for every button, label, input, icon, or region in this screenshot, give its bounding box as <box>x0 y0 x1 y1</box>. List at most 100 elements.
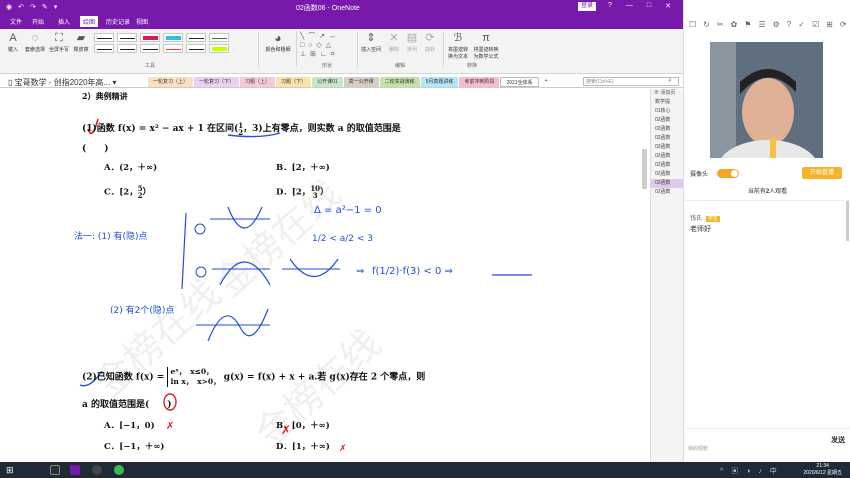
shapes-gallery[interactable]: ╲ ⌒ ↗ ↔ □ ○ ◇ △ ⊥ ⊞ ∟ ⌗ <box>300 32 355 60</box>
windows-start-icon[interactable]: ⊞ <box>6 465 16 475</box>
pen-swatch[interactable] <box>94 33 114 42</box>
start-live-button[interactable]: 开始直播 <box>802 167 842 179</box>
page-item[interactable]: 02函数 <box>651 170 683 179</box>
pen-swatch[interactable] <box>186 33 206 42</box>
page-item[interactable]: 02函数 <box>651 143 683 152</box>
ink-brace <box>181 212 187 290</box>
taskbar-app-icon[interactable] <box>114 465 124 475</box>
clock[interactable]: 21:34 2020/6/12 星期五 <box>803 463 842 477</box>
pen-swatch[interactable] <box>186 44 206 53</box>
ink-note-method: 法一: (1) 有(隐)点 <box>74 230 148 242</box>
login-button[interactable]: 登录 <box>578 2 596 11</box>
rotate-button[interactable]: ⟳ 旋转 <box>422 32 438 53</box>
pen-swatch[interactable] <box>140 44 160 53</box>
taskbar-app-icon[interactable] <box>50 465 60 475</box>
vertical-scrollbar[interactable] <box>642 149 647 189</box>
page-item[interactable]: 02函数 <box>651 116 683 125</box>
lasso-select-button[interactable]: ◌ 套索选择 <box>24 32 46 53</box>
add-section-button[interactable]: + <box>540 77 553 87</box>
menu-view[interactable]: 视图 <box>136 17 148 26</box>
live-tool-icon[interactable]: ↻ <box>703 20 710 29</box>
notebook-selector[interactable]: ▯ 宝哥数学 - 创指2020年高... ▾ <box>8 77 116 88</box>
send-button[interactable]: 发送 <box>831 435 845 445</box>
type-button[interactable]: A 键入 <box>6 32 20 53</box>
live-tool-icon[interactable]: ⚑ <box>744 20 751 29</box>
page-item[interactable]: 02函数 <box>651 134 683 143</box>
delete-button[interactable]: ✕ 删除 <box>386 32 402 53</box>
live-tool-icon[interactable]: ✿ <box>731 20 738 29</box>
page-item[interactable]: 02函数 <box>651 161 683 170</box>
live-tool-icon[interactable]: ⟳ <box>840 20 847 29</box>
page-item[interactable]: 02函数 <box>651 125 683 134</box>
menu-home[interactable]: 开始 <box>32 17 44 26</box>
page-canvas[interactable]: 金榜在线 金榜在线 金榜在线 法一: (1) 有(隐)点 Δ = a²−1 = … <box>0 89 650 462</box>
pen-swatch[interactable] <box>140 33 160 42</box>
menu-history[interactable]: 历史记录 <box>106 17 130 26</box>
pen-swatch[interactable] <box>209 44 229 53</box>
menu-insert[interactable]: 插入 <box>58 17 70 26</box>
minimize-button[interactable]: — <box>626 2 633 10</box>
customize-icon[interactable]: ▾ <box>54 3 58 11</box>
section-tab[interactable]: 高一公开课 <box>343 77 379 87</box>
chat-scrollbar[interactable] <box>846 201 849 241</box>
menu-draw[interactable]: 绘图 <box>80 16 99 27</box>
pen-swatch[interactable] <box>163 44 183 53</box>
arrange-button[interactable]: ▤ 排列 <box>404 32 420 53</box>
maximize-button[interactable]: □ <box>647 2 651 10</box>
ink-to-text-button[interactable]: ℬ 将墨迹转换为文本 <box>446 32 470 60</box>
fullscreen-ink-button[interactable]: ⛶ 全屏手写 <box>48 32 70 53</box>
redo-icon[interactable]: ↷ <box>30 3 36 11</box>
live-tool-icon[interactable]: ☰ <box>758 20 765 29</box>
chat-input[interactable]: 我的观帐 <box>688 445 708 452</box>
section-tab[interactable]: 一轮复习（下） <box>194 77 240 87</box>
title-bar: ◉ ↶ ↷ ✎ ▾ 02函数06 - OneNote 登录 ? — □ ✕ <box>0 0 683 14</box>
section-tab[interactable]: 一轮复习（上） <box>148 77 194 87</box>
live-tool-icon[interactable]: ☑ <box>812 20 819 29</box>
live-panel: ☐↻✂✿⚑☰⚙?✓☑⊞⟳⚇✕ 摄像头 开始直播 当前有2人观看 钱氏 学生 老师… <box>683 0 850 462</box>
search-input[interactable]: 搜索(Ctrl+E) <box>583 77 679 86</box>
taskbar-app-icon[interactable] <box>92 465 102 475</box>
section-tab[interactable]: 习题（上） <box>240 77 276 87</box>
page-item[interactable]: 02函数 <box>651 179 683 188</box>
ink-to-math-button[interactable]: π 将墨迹转换为数学公式 <box>472 32 500 60</box>
pen-swatch[interactable] <box>117 33 137 42</box>
page-item[interactable]: 01核心 <box>651 107 683 116</box>
pen-swatch[interactable] <box>117 44 137 53</box>
section-tab[interactable]: 公开课01 <box>312 77 343 87</box>
color-thickness-button[interactable]: ◕ 颜色和粗细 <box>264 32 292 53</box>
camera-label: 摄像头 <box>690 172 709 178</box>
close-button[interactable]: ✕ <box>665 2 671 10</box>
section-tab[interactable]: 5月真题讲练 <box>420 77 459 87</box>
help-button[interactable]: ? <box>608 2 612 10</box>
add-page-button[interactable]: ⊕ 添加页 <box>651 89 683 98</box>
pen-swatch[interactable] <box>209 33 229 42</box>
live-tool-icon[interactable]: ⊞ <box>826 20 833 29</box>
live-tool-icon[interactable]: ✂ <box>717 20 724 29</box>
pen-icon[interactable]: ✎ <box>42 3 48 11</box>
onenote-taskbar-icon[interactable] <box>70 465 80 475</box>
page-item[interactable]: 02函数 <box>651 152 683 161</box>
system-tray[interactable]: ^ ▣ ◑ ♪ 中 <box>720 466 780 476</box>
live-tool-icon[interactable]: ? <box>787 20 791 29</box>
onenote-window: ◉ ↶ ↷ ✎ ▾ 02函数06 - OneNote 登录 ? — □ ✕ 文件… <box>0 0 683 462</box>
section-tab[interactable]: 二轮实战演练 <box>379 77 420 87</box>
page-item[interactable]: 02函数 <box>651 188 683 197</box>
live-tool-icon[interactable]: ☐ <box>689 20 696 29</box>
pen-stroke-icon <box>189 38 204 39</box>
tools-group-label: 工具 <box>145 63 156 69</box>
pen-swatch[interactable] <box>163 33 183 42</box>
live-tool-icon[interactable]: ✓ <box>798 20 805 29</box>
undo-icon[interactable]: ↶ <box>18 3 24 11</box>
live-tool-icon[interactable]: ⚙ <box>773 20 780 29</box>
section-tab[interactable]: 2021全体系 <box>500 77 539 87</box>
pen-swatch[interactable] <box>94 44 114 53</box>
insert-space-button[interactable]: ⇕ 插入空间 <box>360 32 382 53</box>
camera-toggle[interactable] <box>717 169 739 178</box>
menu-file[interactable]: 文件 <box>10 17 22 26</box>
lasso-icon: ◌ <box>31 32 39 44</box>
eraser-button[interactable]: ▰ 橡皮擦 <box>72 32 90 53</box>
section-tab[interactable]: 习题（下） <box>276 77 312 87</box>
q1-option-b: B．[2，＋∞) <box>276 163 330 173</box>
section-tab[interactable]: 考前冲刺阶段 <box>459 77 500 87</box>
page-item[interactable]: 数学提 <box>651 98 683 107</box>
